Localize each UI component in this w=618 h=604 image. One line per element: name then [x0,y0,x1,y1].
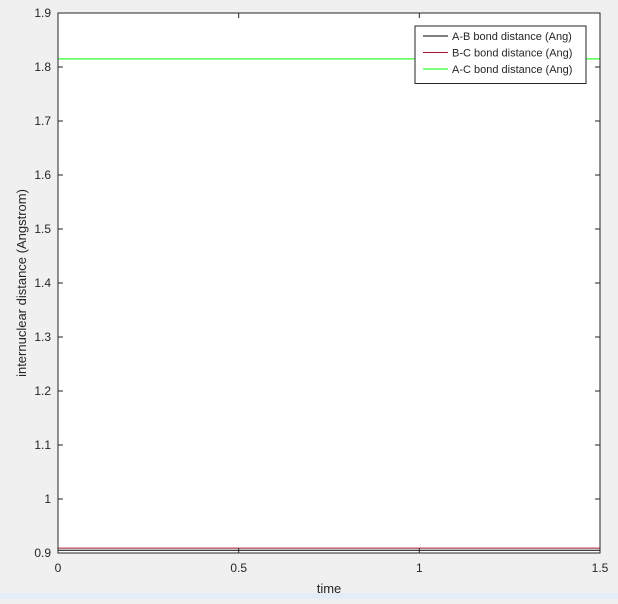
y-tick-label: 0.9 [34,546,51,560]
y-axis-label: internuclear distance (Angstrom) [14,189,29,377]
x-tick-label: 1.5 [592,561,609,575]
plot-background [58,13,600,553]
x-tick-label: 0 [55,561,62,575]
y-tick-label: 1.8 [34,60,51,74]
x-tick-label: 1 [416,561,423,575]
figure-window: 0 0.5 1 1.5 0.9 1 1.1 1.2 1.3 1.4 1.5 1.6 1.7 1.8 1.9 … [0,0,618,599]
y-tick-label: 1.7 [34,114,51,128]
legend-label-1: B-C bond distance (Ang) [452,48,572,60]
y-tick-label: 1.3 [34,330,51,344]
y-tick-label: 1.9 [34,6,51,20]
line-chart: 0 0.5 1 1.50.911.11.21.31.41.51.61.71.81.9 … [14,6,609,596]
legend-label-0: A-B bond distance (Ang) [452,31,572,43]
y-tick-label: 1.4 [34,276,51,290]
y-tick-label: 1.2 [34,384,51,398]
y-tick-label: 1 [44,492,51,506]
window-bottom-strip [0,593,618,599]
legend: A-B bond distance (Ang) B-C bond distance… [414,25,587,84]
y-tick-label: 1.5 [34,222,51,236]
x-tick-label: 0.5 [230,561,247,575]
legend-label-2: A-C bond distance (Ang) [452,64,572,76]
y-tick-label: 1.6 [34,168,51,182]
y-tick-label: 1.1 [34,438,51,452]
